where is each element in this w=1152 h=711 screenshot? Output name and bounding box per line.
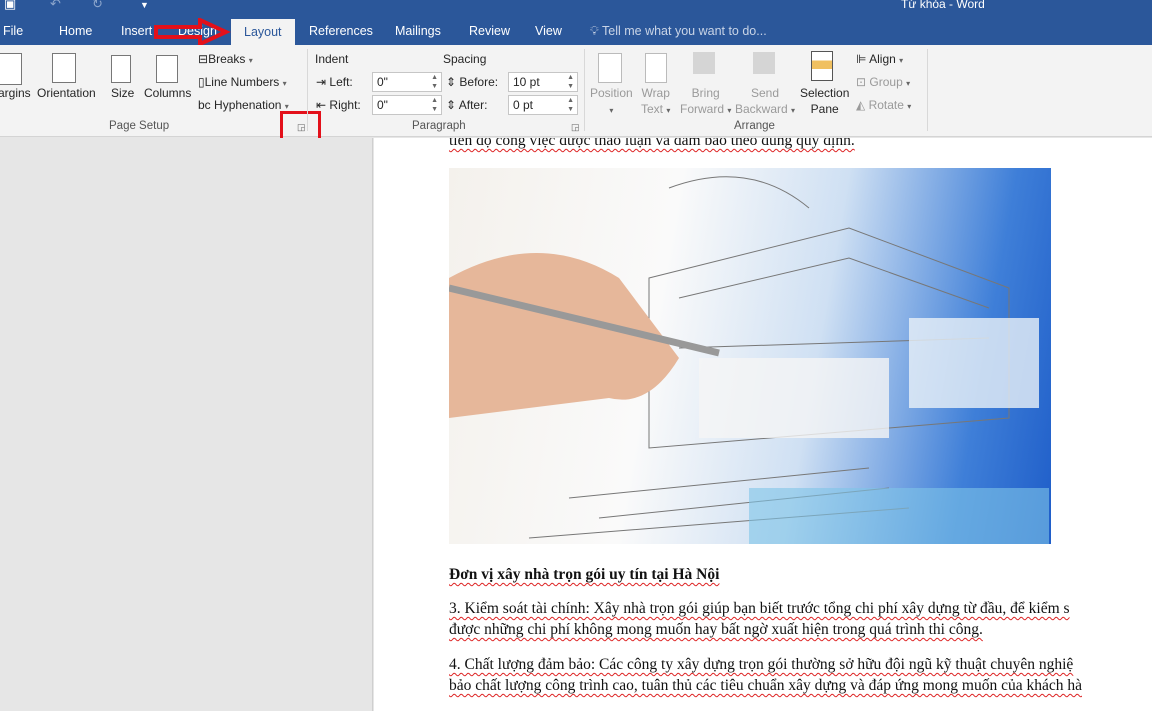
spinner[interactable]: ▲ ▼ xyxy=(431,73,438,91)
tab-layout[interactable]: Layout xyxy=(231,19,295,45)
tab-file[interactable]: File xyxy=(3,24,23,38)
align-icon: ⊫ xyxy=(856,52,867,66)
spinner[interactable]: ▲ ▼ xyxy=(567,96,574,114)
spinner[interactable]: ▲ ▼ xyxy=(567,73,574,91)
bring-forward-icon xyxy=(693,52,715,74)
section-heading: Đơn vị xây nhà trọn gói uy tín tại Hà Nộ… xyxy=(449,566,720,583)
columns-icon xyxy=(156,55,178,83)
size-icon xyxy=(111,55,131,83)
send-backward-button[interactable]: Send Backward ▾ xyxy=(735,85,795,119)
tab-insert[interactable]: Insert xyxy=(121,24,152,38)
hyphenation-icon: bc xyxy=(198,98,211,112)
spacing-label: Spacing xyxy=(443,52,487,66)
spacing-after-label: ⇕ After: xyxy=(446,98,488,112)
spacing-after-input[interactable]: 0 pt ▲ ▼ xyxy=(508,95,578,115)
size-button[interactable]: Size xyxy=(111,85,134,101)
architecture-sketch-image[interactable] xyxy=(449,168,1051,544)
rotate-button[interactable]: ◭ Rotate ▾ xyxy=(856,97,911,115)
page-setup-group-label: Page Setup xyxy=(109,120,170,132)
navigation-area xyxy=(0,138,373,711)
align-button[interactable]: ⊫ Align ▾ xyxy=(856,51,903,69)
paragraph-text: bảo chất lượng công trình cao, tuân thủ … xyxy=(449,677,1082,694)
ribbon-tabs: File Home Insert Design Layout Reference… xyxy=(0,18,1152,45)
margins-button[interactable]: argins xyxy=(0,85,31,101)
paragraph-text: được những chi phí không mong muốn hay b… xyxy=(449,621,983,638)
chevron-down-icon[interactable]: ▼ xyxy=(140,0,149,10)
bring-forward-button[interactable]: Bring Forward ▾ xyxy=(680,85,731,119)
indent-right-label: ⇤ Right: xyxy=(316,98,361,112)
ribbon: argins Orientation Size Columns ⊟Breaks … xyxy=(0,45,1152,147)
undo-icon[interactable]: ↶ xyxy=(50,0,61,12)
spacing-after-icon: ⇕ xyxy=(446,98,457,112)
position-icon xyxy=(598,53,622,83)
wrap-text-button[interactable]: Wrap Text ▾ xyxy=(641,85,670,119)
indent-left-input[interactable]: 0" ▲ ▼ xyxy=(372,72,442,92)
indent-right-icon: ⇤ xyxy=(316,98,327,112)
position-button[interactable]: Position ▾ xyxy=(590,85,633,119)
window-title: Từ khóa - Word xyxy=(901,0,985,11)
spacing-before-icon: ⇕ xyxy=(446,75,457,89)
paragraph-dialog-launcher[interactable]: ◲ xyxy=(571,122,580,133)
group-icon: ⊡ xyxy=(856,75,867,89)
indent-left-label: ⇥ Left: xyxy=(316,75,353,89)
spacing-before-label: ⇕ Before: xyxy=(446,75,499,89)
house-sketch-graphic xyxy=(449,176,1049,544)
selection-pane-button[interactable]: Selection Pane xyxy=(800,85,849,117)
selection-pane-icon xyxy=(811,51,833,81)
document-page[interactable]: tiến độ công việc được thảo luận và đảm … xyxy=(374,138,1152,711)
line-numbers-button[interactable]: ▯Line Numbers ▾ xyxy=(198,74,287,92)
lightbulb-icon: 💡︎ xyxy=(590,24,599,38)
redo-icon[interactable]: ↻ xyxy=(92,0,103,12)
send-backward-icon xyxy=(753,52,775,74)
rotate-icon: ◭ xyxy=(856,98,866,112)
indent-label: Indent xyxy=(315,52,349,66)
columns-button[interactable]: Columns xyxy=(144,85,191,101)
tab-view[interactable]: View xyxy=(535,24,562,38)
breaks-button[interactable]: ⊟Breaks ▾ xyxy=(198,51,253,69)
line-numbers-icon: ▯ xyxy=(198,75,205,89)
tab-references[interactable]: References xyxy=(309,24,373,38)
paragraph-text: 4. Chất lượng đảm bảo: Các công ty xây d… xyxy=(449,656,1074,673)
title-bar: ▣ ↶ ↻ ▼ Từ khóa - Word xyxy=(0,0,1152,18)
spinner[interactable]: ▲ ▼ xyxy=(431,96,438,114)
arrange-group-label: Arrange xyxy=(734,120,775,132)
divider xyxy=(927,49,928,131)
save-icon[interactable]: ▣ xyxy=(4,0,16,12)
indent-right-input[interactable]: 0" ▲ ▼ xyxy=(372,95,442,115)
wrap-text-icon xyxy=(645,53,667,83)
margins-icon xyxy=(0,53,22,85)
breaks-icon: ⊟ xyxy=(198,52,209,66)
orientation-icon xyxy=(52,53,76,83)
tab-review[interactable]: Review xyxy=(469,24,510,38)
indent-left-icon: ⇥ xyxy=(316,75,327,89)
divider xyxy=(584,49,585,131)
orientation-button[interactable]: Orientation xyxy=(37,85,96,101)
hyphenation-button[interactable]: bc Hyphenation ▾ xyxy=(198,97,289,115)
spacing-before-input[interactable]: 10 pt ▲ ▼ xyxy=(508,72,578,92)
red-arrow-annotation xyxy=(154,18,231,45)
paragraph-group-label: Paragraph xyxy=(412,120,466,132)
tab-mailings[interactable]: Mailings xyxy=(395,24,441,38)
divider xyxy=(307,49,308,131)
tab-home[interactable]: Home xyxy=(59,24,92,38)
paragraph-text: tiến độ công việc được thảo luận và đảm … xyxy=(449,138,855,149)
tell-me-search[interactable]: 💡︎ Tell me what you want to do... xyxy=(590,24,767,39)
group-button[interactable]: ⊡ Group ▾ xyxy=(856,74,910,92)
paragraph-text: 3. Kiểm soát tài chính: Xây nhà trọn gói… xyxy=(449,600,1070,617)
